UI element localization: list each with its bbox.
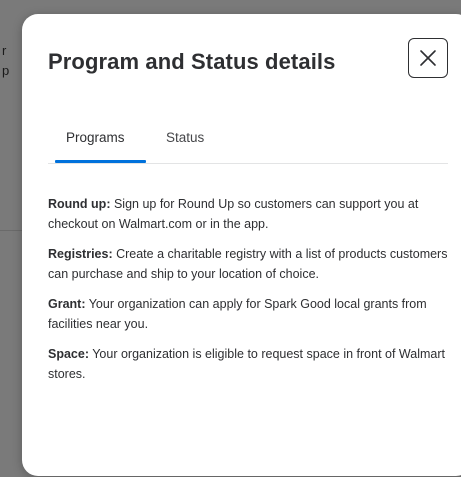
- program-round-up: Round up: Sign up for Round Up so custom…: [48, 194, 456, 234]
- program-space: Space: Your organization is eligible to …: [48, 344, 456, 384]
- close-button[interactable]: [408, 38, 448, 78]
- program-grant: Grant: Your organization can apply for S…: [48, 294, 456, 334]
- program-description: Your organization is eligible to request…: [48, 347, 445, 381]
- tab-bar: Programs Status: [48, 122, 448, 164]
- program-description: Your organization can apply for Spark Go…: [48, 297, 427, 331]
- modal-title: Program and Status details: [48, 49, 336, 74]
- close-icon: [420, 50, 436, 66]
- tab-selected-indicator: [55, 160, 146, 163]
- backdrop-text-1: r: [2, 43, 7, 58]
- backdrop-text-2: p: [2, 63, 10, 78]
- program-term: Space:: [48, 347, 89, 361]
- programs-content: Round up: Sign up for Round Up so custom…: [48, 194, 456, 394]
- program-term: Round up:: [48, 197, 111, 211]
- tab-programs[interactable]: Programs: [66, 130, 125, 145]
- program-registries: Registries: Create a charitable registry…: [48, 244, 456, 284]
- program-term: Grant:: [48, 297, 86, 311]
- program-term: Registries:: [48, 247, 113, 261]
- program-status-modal: Program and Status details Programs Stat…: [22, 14, 461, 476]
- tab-status[interactable]: Status: [166, 130, 204, 145]
